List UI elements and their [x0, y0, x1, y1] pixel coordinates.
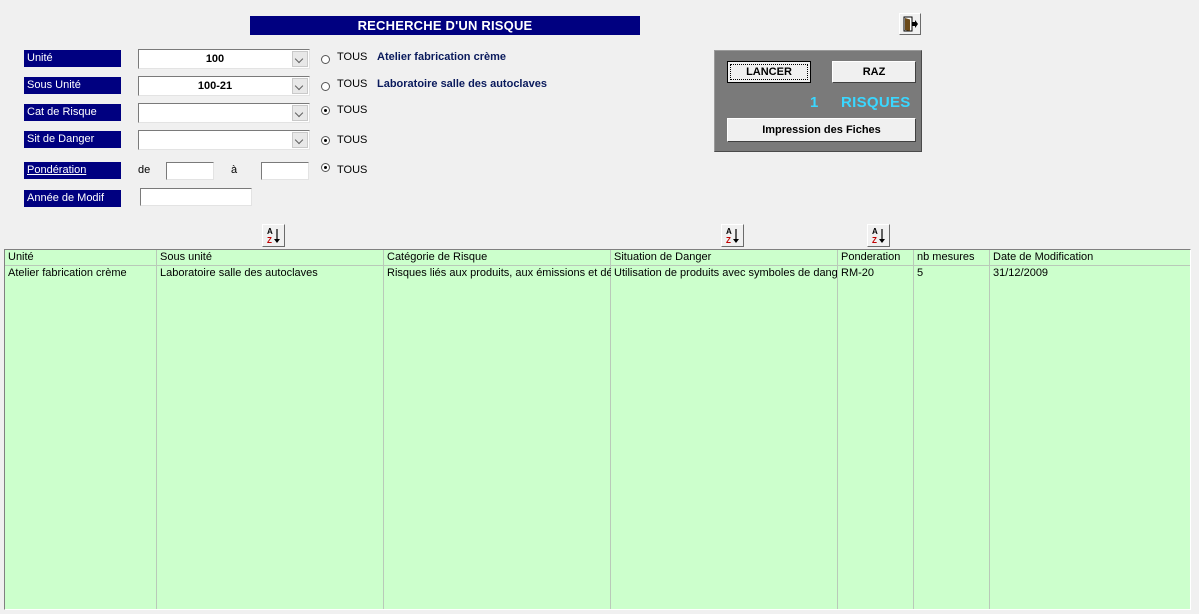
label-unite: Unité: [24, 50, 121, 67]
column-ponderation: [838, 250, 914, 609]
sit-danger-value: [139, 131, 291, 149]
result-count-label: RISQUES: [841, 94, 911, 111]
ponderation-tous-radio[interactable]: [321, 163, 330, 172]
sit-danger-combobox[interactable]: [138, 130, 310, 150]
sort-button-situation[interactable]: A Z: [721, 224, 744, 247]
sit-danger-tous-label: TOUS: [337, 134, 368, 146]
ponderation-de-label: de: [138, 164, 151, 176]
svg-text:A: A: [267, 227, 273, 236]
column-unite: [5, 250, 157, 609]
svg-text:A: A: [726, 227, 732, 236]
svg-text:Z: Z: [267, 236, 272, 245]
annee-modif-input[interactable]: [140, 188, 252, 206]
label-ponderation[interactable]: Pondération: [24, 162, 121, 179]
column-nb-mesures: [914, 250, 990, 609]
sous-unite-tous-radio[interactable]: [321, 82, 330, 91]
chevron-down-icon[interactable]: [292, 105, 308, 121]
sit-danger-tous-radio[interactable]: [321, 136, 330, 145]
search-panel: LANCER RAZ 1 RISQUES Impression des Fich…: [714, 50, 922, 152]
column-categorie: [384, 250, 611, 609]
unite-tous-radio[interactable]: [321, 55, 330, 64]
svg-text:Z: Z: [726, 236, 731, 245]
sous-unite-description: Laboratoire salle des autoclaves: [377, 78, 547, 90]
cell-sous-unite[interactable]: Laboratoire salle des autoclaves: [157, 266, 384, 280]
cell-date-modif[interactable]: 31/12/2009: [990, 266, 1190, 280]
sort-az-icon: A Z: [726, 227, 739, 245]
ponderation-de-input[interactable]: [166, 162, 214, 180]
header-nb-mesures[interactable]: nb mesures: [914, 250, 990, 265]
exit-button[interactable]: [899, 13, 921, 35]
header-categorie[interactable]: Catégorie de Risque: [384, 250, 611, 265]
header-situation[interactable]: Situation de Danger: [611, 250, 838, 265]
chevron-down-icon[interactable]: [292, 78, 308, 94]
sort-button-ponderation[interactable]: A Z: [867, 224, 890, 247]
header-unite[interactable]: Unité: [5, 250, 157, 265]
cell-unite[interactable]: Atelier fabrication crème: [5, 266, 157, 280]
lancer-button[interactable]: LANCER: [727, 61, 811, 83]
sous-unite-value: 100-21: [197, 80, 233, 92]
cat-risque-value: [139, 104, 291, 122]
sort-az-icon: A Z: [267, 227, 280, 245]
header-date-modif[interactable]: Date de Modification: [990, 250, 1190, 265]
cat-risque-combobox[interactable]: [138, 103, 310, 123]
chevron-down-icon[interactable]: [292, 51, 308, 67]
sort-az-icon: A Z: [872, 227, 885, 245]
column-date-modif: [990, 250, 1190, 609]
sort-button-sous-unite[interactable]: A Z: [262, 224, 285, 247]
result-count: 1: [810, 94, 819, 111]
label-sous-unite: Sous Unité: [24, 77, 121, 94]
cell-situation[interactable]: Utilisation de produits avec symboles de…: [611, 266, 838, 280]
unite-combobox[interactable]: 100: [138, 49, 310, 69]
label-cat-risque: Cat de Risque: [24, 104, 121, 121]
page-title: RECHERCHE D'UN RISQUE: [250, 16, 640, 35]
sous-unite-combobox[interactable]: 100-21: [138, 76, 310, 96]
svg-text:A: A: [872, 227, 878, 236]
cell-ponderation[interactable]: RM-20: [838, 266, 914, 280]
column-sous-unite: [157, 250, 384, 609]
header-sous-unite[interactable]: Sous unité: [157, 250, 384, 265]
cat-risque-tous-label: TOUS: [337, 104, 368, 116]
ponderation-a-label: à: [231, 164, 238, 176]
label-annee-modif: Année de Modif: [24, 190, 121, 207]
unite-tous-label: TOUS: [337, 51, 368, 63]
cell-categorie[interactable]: Risques liés aux produits, aux émissions…: [384, 266, 611, 280]
cat-risque-tous-radio[interactable]: [321, 106, 330, 115]
chevron-down-icon[interactable]: [292, 132, 308, 148]
label-sit-danger: Sit de Danger: [24, 131, 121, 148]
ponderation-tous-label: TOUS: [337, 164, 368, 176]
impression-fiches-button[interactable]: Impression des Fiches: [727, 118, 916, 142]
sous-unite-tous-label: TOUS: [337, 78, 368, 90]
header-ponderation[interactable]: Ponderation: [838, 250, 914, 265]
unite-description: Atelier fabrication crème: [377, 51, 506, 63]
unite-value: 100: [205, 53, 225, 65]
results-table[interactable]: Unité Sous unité Catégorie de Risque Sit…: [4, 249, 1191, 610]
exit-door-icon: [903, 16, 918, 32]
raz-button[interactable]: RAZ: [832, 61, 916, 83]
ponderation-a-input[interactable]: [261, 162, 309, 180]
svg-text:Z: Z: [872, 236, 877, 245]
column-situation: [611, 250, 838, 609]
cell-nb-mesures[interactable]: 5: [914, 266, 990, 280]
